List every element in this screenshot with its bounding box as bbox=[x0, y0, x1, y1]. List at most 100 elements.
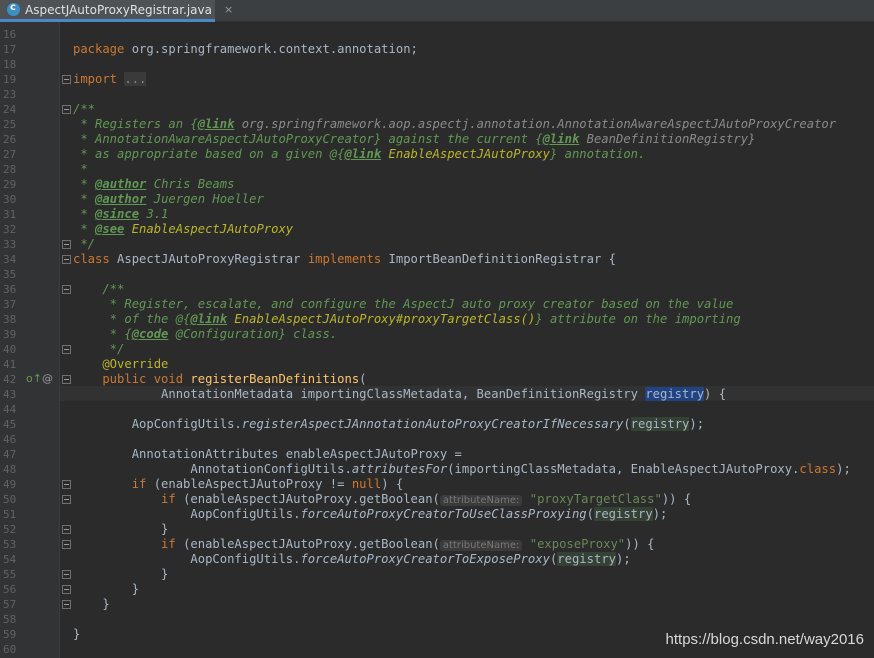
line-number: 38 bbox=[3, 313, 17, 326]
code-line-brace[interactable]: } bbox=[73, 567, 168, 582]
fold-toggle[interactable] bbox=[62, 570, 71, 579]
line-number: 52 bbox=[3, 523, 17, 536]
line-number: 30 bbox=[3, 193, 17, 206]
code-line-doc[interactable]: * bbox=[73, 162, 87, 177]
line-number: 16 bbox=[3, 28, 17, 41]
line-number: 28 bbox=[3, 163, 17, 176]
code-line-if[interactable]: if (enableAspectJAutoProxy.getBoolean(at… bbox=[73, 492, 691, 508]
line-number: 23 bbox=[3, 88, 17, 101]
code-line-brace[interactable]: } bbox=[73, 582, 139, 597]
code-line-if[interactable]: if (enableAspectJAutoProxy != null) { bbox=[73, 477, 404, 492]
line-number: 24 bbox=[3, 103, 17, 116]
code-line-statement[interactable]: AopConfigUtils.forceAutoProxyCreatorToUs… bbox=[73, 507, 667, 522]
tab-aspectj-auto-proxy-registrar[interactable]: c AspectJAutoProxyRegistrar.java × bbox=[0, 0, 233, 22]
fold-toggle[interactable] bbox=[62, 240, 71, 249]
java-class-icon: c bbox=[7, 2, 20, 16]
code-line-statement[interactable]: AopConfigUtils.registerAspectJAnnotation… bbox=[73, 417, 704, 432]
code-line-statement[interactable]: AopConfigUtils.forceAutoProxyCreatorToEx… bbox=[73, 552, 631, 567]
line-number: 25 bbox=[3, 118, 17, 131]
line-number: 17 bbox=[3, 43, 17, 56]
line-number: 57 bbox=[3, 598, 17, 611]
line-number: 50 bbox=[3, 493, 17, 506]
code-line-annotation[interactable]: @Override bbox=[73, 357, 168, 372]
line-number: 53 bbox=[3, 538, 17, 551]
implements-method-icon[interactable]: o↑ bbox=[26, 372, 42, 385]
code-line-doc[interactable]: /** bbox=[73, 282, 124, 297]
line-number: 26 bbox=[3, 133, 17, 146]
line-number: 58 bbox=[3, 613, 17, 626]
folded-imports[interactable]: ... bbox=[124, 72, 147, 86]
line-number: 54 bbox=[3, 553, 17, 566]
line-number: 29 bbox=[3, 178, 17, 191]
code-line-brace[interactable]: } bbox=[73, 597, 109, 612]
fold-toggle[interactable] bbox=[62, 495, 71, 504]
line-number: 59 bbox=[3, 628, 17, 641]
identifier-usage-highlight[interactable]: registry bbox=[593, 507, 653, 521]
fold-toggle[interactable] bbox=[62, 255, 71, 264]
fold-toggle[interactable] bbox=[62, 600, 71, 609]
identifier-usage-highlight[interactable]: registry bbox=[630, 417, 690, 431]
code-line-statement[interactable]: AnnotationAttributes enableAspectJAutoPr… bbox=[73, 447, 462, 462]
line-number: 45 bbox=[3, 418, 17, 431]
line-number: 39 bbox=[3, 328, 17, 341]
parameter-name-hint: attributeName: bbox=[439, 495, 523, 506]
line-number: 19 bbox=[3, 73, 17, 86]
code-line-doc[interactable]: */ bbox=[73, 342, 125, 357]
identifier-usage-highlight[interactable]: registry bbox=[557, 552, 616, 566]
parameter-name-hint: attributeName: bbox=[439, 540, 523, 551]
line-number: 32 bbox=[3, 223, 17, 236]
fold-toggle[interactable] bbox=[62, 105, 71, 114]
code-line-doc[interactable]: /** bbox=[73, 102, 95, 117]
line-number: 34 bbox=[3, 253, 17, 266]
watermark: https://blog.csdn.net/way2016 bbox=[665, 631, 864, 648]
line-number: 46 bbox=[3, 433, 17, 446]
fold-toggle[interactable] bbox=[62, 585, 71, 594]
tab-title: AspectJAutoProxyRegistrar.java bbox=[25, 2, 212, 17]
override-annotation-icon[interactable]: @ bbox=[42, 372, 53, 385]
line-number: 49 bbox=[3, 478, 17, 491]
fold-toggle[interactable] bbox=[62, 525, 71, 534]
line-number: 48 bbox=[3, 463, 17, 476]
code-line-doc[interactable]: * AnnotationAwareAspectJAutoProxyCreator… bbox=[73, 132, 755, 147]
fold-toggle[interactable] bbox=[62, 345, 71, 354]
code-line-doc[interactable]: */ bbox=[73, 237, 95, 252]
code-line-doc[interactable]: * @author Juergen Hoeller bbox=[73, 192, 263, 207]
fold-toggle[interactable] bbox=[62, 540, 71, 549]
code-line-doc[interactable]: * @since 3.1 bbox=[73, 207, 168, 222]
code-line-statement[interactable]: AnnotationConfigUtils.attributesFor(impo… bbox=[73, 462, 850, 477]
fold-toggle[interactable] bbox=[62, 480, 71, 489]
line-number: 37 bbox=[3, 298, 17, 311]
code-line-doc[interactable]: * Register, escalate, and configure the … bbox=[73, 297, 734, 312]
code-line-import[interactable]: import ... bbox=[73, 72, 147, 87]
line-number: 47 bbox=[3, 448, 17, 461]
line-number: 60 bbox=[3, 643, 17, 656]
line-number: 41 bbox=[3, 358, 17, 371]
code-line-if[interactable]: if (enableAspectJAutoProxy.getBoolean(at… bbox=[73, 537, 654, 553]
line-number: 43 bbox=[3, 388, 17, 401]
code-line-brace[interactable]: } bbox=[73, 522, 168, 537]
code-line-method-declaration[interactable]: public void registerBeanDefinitions( bbox=[73, 372, 366, 387]
line-number: 31 bbox=[3, 208, 17, 221]
code-line-doc[interactable]: * @author Chris Beams bbox=[73, 177, 234, 192]
code-line-doc[interactable]: * {@code @Configuration} class. bbox=[73, 327, 337, 342]
line-number: 40 bbox=[3, 343, 17, 356]
code-line-doc[interactable]: * of the @{@link EnableAspectJAutoProxy#… bbox=[73, 312, 741, 327]
line-number: 27 bbox=[3, 148, 17, 161]
line-number: 42 bbox=[3, 373, 17, 386]
fold-toggle[interactable] bbox=[62, 375, 71, 384]
line-number: 18 bbox=[3, 58, 17, 71]
close-icon[interactable]: × bbox=[224, 3, 233, 16]
code-line-package[interactable]: package org.springframework.context.anno… bbox=[73, 42, 418, 57]
code-line-doc[interactable]: * @see EnableAspectJAutoProxy bbox=[73, 222, 293, 237]
fold-toggle[interactable] bbox=[62, 285, 71, 294]
code-line-class-declaration[interactable]: class AspectJAutoProxyRegistrar implemen… bbox=[73, 252, 616, 267]
code-line-doc[interactable]: * as appropriate based on a given @{@lin… bbox=[73, 147, 645, 162]
line-number: 51 bbox=[3, 508, 17, 521]
code-line-brace[interactable]: } bbox=[73, 627, 80, 642]
line-number: 44 bbox=[3, 403, 17, 416]
code-line-parameters[interactable]: AnnotationMetadata importingClassMetadat… bbox=[73, 387, 726, 402]
line-number: 56 bbox=[3, 583, 17, 596]
fold-toggle[interactable] bbox=[62, 75, 71, 84]
code-line-doc[interactable]: * Registers an {@link org.springframewor… bbox=[73, 117, 836, 132]
selected-identifier[interactable]: registry bbox=[645, 387, 705, 401]
